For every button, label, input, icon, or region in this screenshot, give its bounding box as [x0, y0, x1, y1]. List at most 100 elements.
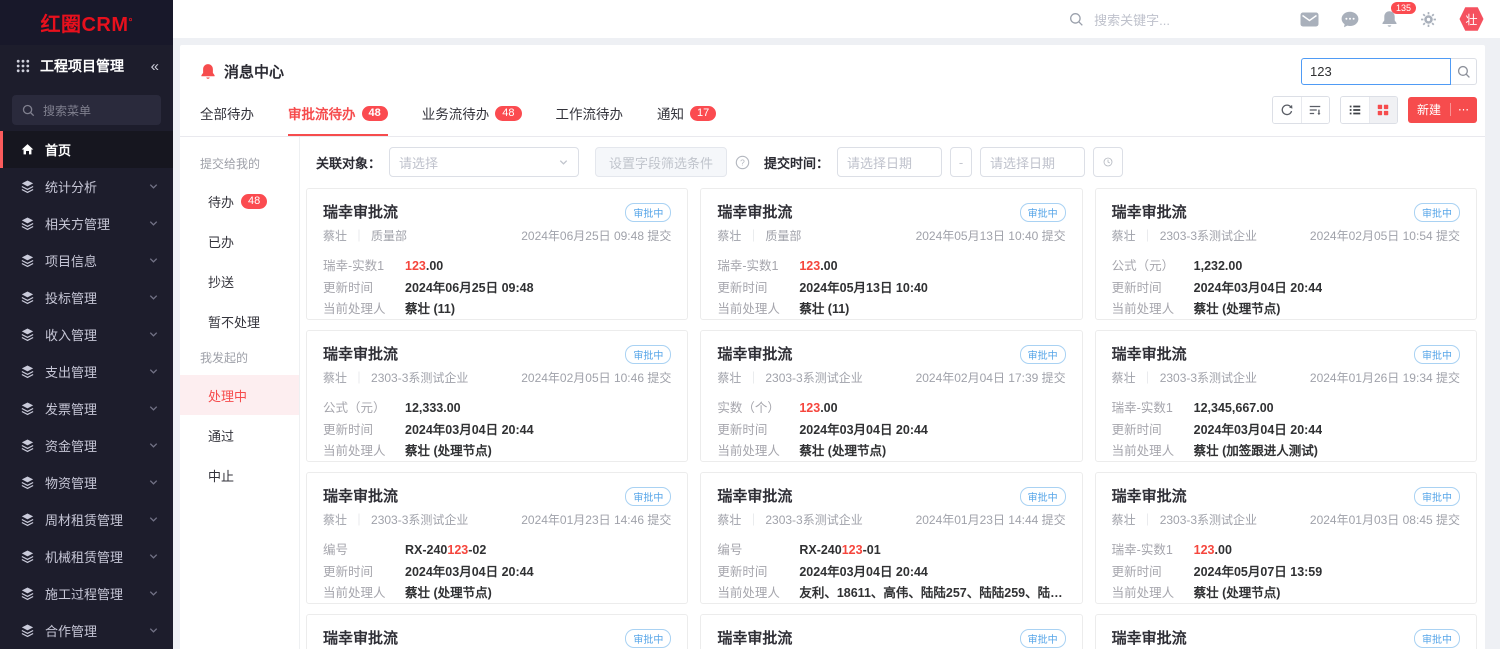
sidebar-item[interactable]: 相关方管理: [0, 205, 173, 242]
nav-item[interactable]: 处理中: [180, 375, 299, 415]
card-field-row: 当前处理人 蔡壮 (加签跟进人测试): [1112, 441, 1460, 462]
field-filter-button[interactable]: 设置字段筛选条件: [595, 147, 727, 177]
user-avatar[interactable]: 壮: [1459, 7, 1484, 32]
card-separator: ｜: [747, 371, 759, 385]
card-title: 瑞幸审批流: [323, 201, 398, 222]
tab[interactable]: 全部待办: [200, 91, 254, 136]
sidebar-item[interactable]: 资金管理: [0, 427, 173, 464]
card-submitter: 蔡壮: [1112, 371, 1136, 385]
sidebar-item-label: 机械租赁管理: [45, 547, 148, 566]
card-status-badge: 审批中: [1414, 203, 1460, 222]
tab[interactable]: 审批流待办 48: [288, 91, 388, 136]
list-view-button[interactable]: [1341, 97, 1369, 123]
approval-card[interactable]: 瑞幸审批流 审批中 蔡壮｜2303-3系测试企业 2023年12月28日 16:…: [1095, 614, 1477, 649]
tabs-row: 全部待办 审批流待办 48 业务流待办 48 工作流待办 通知 17: [180, 91, 1485, 137]
field-value-pre: 2024年03月04日 20:44: [1194, 423, 1323, 437]
tab-badge: 17: [690, 106, 716, 121]
card-status-badge: 审批中: [625, 487, 671, 506]
card-title: 瑞幸审批流: [1112, 627, 1187, 648]
new-more-button[interactable]: ⋯: [1450, 103, 1477, 116]
nav-item[interactable]: 中止: [180, 455, 299, 495]
sidebar-item[interactable]: 统计分析: [0, 168, 173, 205]
sidebar-item[interactable]: 合作管理: [0, 612, 173, 649]
approval-card[interactable]: 瑞幸审批流 审批中 蔡壮｜质量部 2024年06月25日 09:48 提交 瑞幸…: [306, 188, 688, 320]
sidebar-item[interactable]: 周材租赁管理: [0, 501, 173, 538]
gear-icon[interactable]: [1420, 11, 1437, 28]
field-label: 更新时间: [1112, 278, 1194, 300]
sidebar-item-home[interactable]: 首页: [0, 131, 173, 168]
logo-degree: °: [129, 17, 133, 28]
sidebar-item[interactable]: 机械租赁管理: [0, 538, 173, 575]
field-value-pre: 蔡壮 (加签跟进人测试): [1194, 444, 1318, 458]
approval-card[interactable]: 瑞幸审批流 审批中 蔡壮｜2303-3系测试企业 2024年01月23日 14:…: [700, 472, 1082, 604]
approval-card[interactable]: 瑞幸审批流 审批中 蔡壮｜质量部 2024年05月13日 10:40 提交 瑞幸…: [700, 188, 1082, 320]
chevron-down-icon: [148, 551, 159, 562]
logo: 红圈CRM°: [0, 0, 173, 45]
tab[interactable]: 业务流待办 48: [422, 91, 522, 136]
approval-card[interactable]: 瑞幸审批流 审批中 蔡壮｜2303-3系测试企业 2024年02月05日 10:…: [306, 330, 688, 462]
field-value-highlight: 123: [447, 543, 468, 557]
chat-icon[interactable]: [1341, 11, 1359, 28]
mail-icon[interactable]: [1300, 12, 1319, 27]
field-label: 瑞幸-实数1: [323, 256, 405, 278]
approval-card[interactable]: 瑞幸审批流 审批中 蔡壮｜2303-3系测试企业 2024年01月26日 19:…: [1095, 330, 1477, 462]
grid-view-button[interactable]: [1369, 97, 1397, 123]
sort-button[interactable]: [1301, 97, 1329, 123]
approval-card[interactable]: 瑞幸审批流 审批中 蔡壮｜2303-3系测试企业 2023年12月28日 16:…: [700, 614, 1082, 649]
approval-card[interactable]: 瑞幸审批流 审批中 蔡壮｜2303-3系测试企业 2024年01月23日 14:…: [306, 472, 688, 604]
refresh-button[interactable]: [1273, 97, 1301, 123]
related-object-select[interactable]: 请选择: [389, 147, 579, 177]
layers-icon: [20, 364, 35, 379]
card-org: 2303-3系测试企业: [371, 513, 468, 527]
sidebar-item[interactable]: 发票管理: [0, 390, 173, 427]
nav-item[interactable]: 抄送: [180, 261, 299, 301]
nav-item[interactable]: 待办 48: [180, 181, 299, 221]
approval-card[interactable]: 瑞幸审批流 审批中 蔡壮｜2303-3系测试企业 2024年01月03日 08:…: [1095, 472, 1477, 604]
layers-icon: [20, 475, 35, 490]
apps-grid-icon[interactable]: [16, 59, 30, 73]
card-submit-time: 2024年02月04日 17:39 提交: [916, 369, 1066, 386]
panel-search-input[interactable]: [1301, 58, 1451, 85]
new-button-label[interactable]: 新建: [1408, 101, 1450, 118]
sidebar-item[interactable]: 项目信息: [0, 242, 173, 279]
approval-card[interactable]: 瑞幸审批流 审批中 蔡壮｜2303-3系测试企业 2023年12月29日 16:…: [306, 614, 688, 649]
content-area: 关联对象： 请选择 设置字段筛选条件 ? 提交时间： 请选择日期 - 请选择日期: [300, 137, 1485, 649]
field-label: 公式（元）: [323, 398, 405, 420]
sidebar-item[interactable]: 施工过程管理: [0, 575, 173, 612]
tab[interactable]: 通知 17: [657, 91, 716, 136]
panel-search-button[interactable]: [1451, 58, 1477, 85]
date-start-input[interactable]: 请选择日期: [837, 147, 942, 177]
date-end-input[interactable]: 请选择日期: [980, 147, 1085, 177]
sidebar-item[interactable]: 收入管理: [0, 316, 173, 353]
card-separator: ｜: [1142, 229, 1154, 243]
field-value-pre: 12,345,667.00: [1194, 401, 1274, 415]
card-field-row: 当前处理人 蔡壮 (处理节点): [323, 441, 671, 462]
new-button[interactable]: 新建 ⋯: [1408, 97, 1477, 123]
approval-card[interactable]: 瑞幸审批流 审批中 蔡壮｜2303-3系测试企业 2024年02月04日 17:…: [700, 330, 1082, 462]
chevron-down-icon: [148, 477, 159, 488]
card-status-badge: 审批中: [1414, 629, 1460, 648]
global-search[interactable]: 搜索关键字...: [1069, 10, 1170, 29]
sidebar-item-label: 统计分析: [45, 177, 148, 196]
nav-item[interactable]: 已办: [180, 221, 299, 261]
clock-icon[interactable]: [1093, 147, 1123, 177]
panel-search-group: [1301, 58, 1477, 85]
field-label: 当前处理人: [717, 441, 799, 462]
menu-search-input[interactable]: 搜索菜单: [12, 95, 161, 125]
nav-item[interactable]: 暂不处理: [180, 301, 299, 341]
bell-icon[interactable]: 135: [1381, 10, 1398, 28]
field-value-post: -02: [468, 543, 486, 557]
layers-icon: [20, 401, 35, 416]
sidebar-item[interactable]: 支出管理: [0, 353, 173, 390]
nav-item-label: 通过: [208, 426, 234, 445]
tab[interactable]: 工作流待办: [556, 91, 624, 136]
approval-card[interactable]: 瑞幸审批流 审批中 蔡壮｜2303-3系测试企业 2024年02月05日 10:…: [1095, 188, 1477, 320]
sidebar-collapse-icon[interactable]: «: [151, 58, 159, 75]
card-field-row: 更新时间 2024年03月04日 20:44: [323, 562, 671, 584]
nav-item[interactable]: 通过: [180, 415, 299, 455]
question-circle-icon[interactable]: ?: [735, 155, 750, 170]
sidebar-item[interactable]: 投标管理: [0, 279, 173, 316]
sidebar-item[interactable]: 物资管理: [0, 464, 173, 501]
card-separator: ｜: [747, 513, 759, 527]
date-separator-text: -: [959, 155, 963, 170]
